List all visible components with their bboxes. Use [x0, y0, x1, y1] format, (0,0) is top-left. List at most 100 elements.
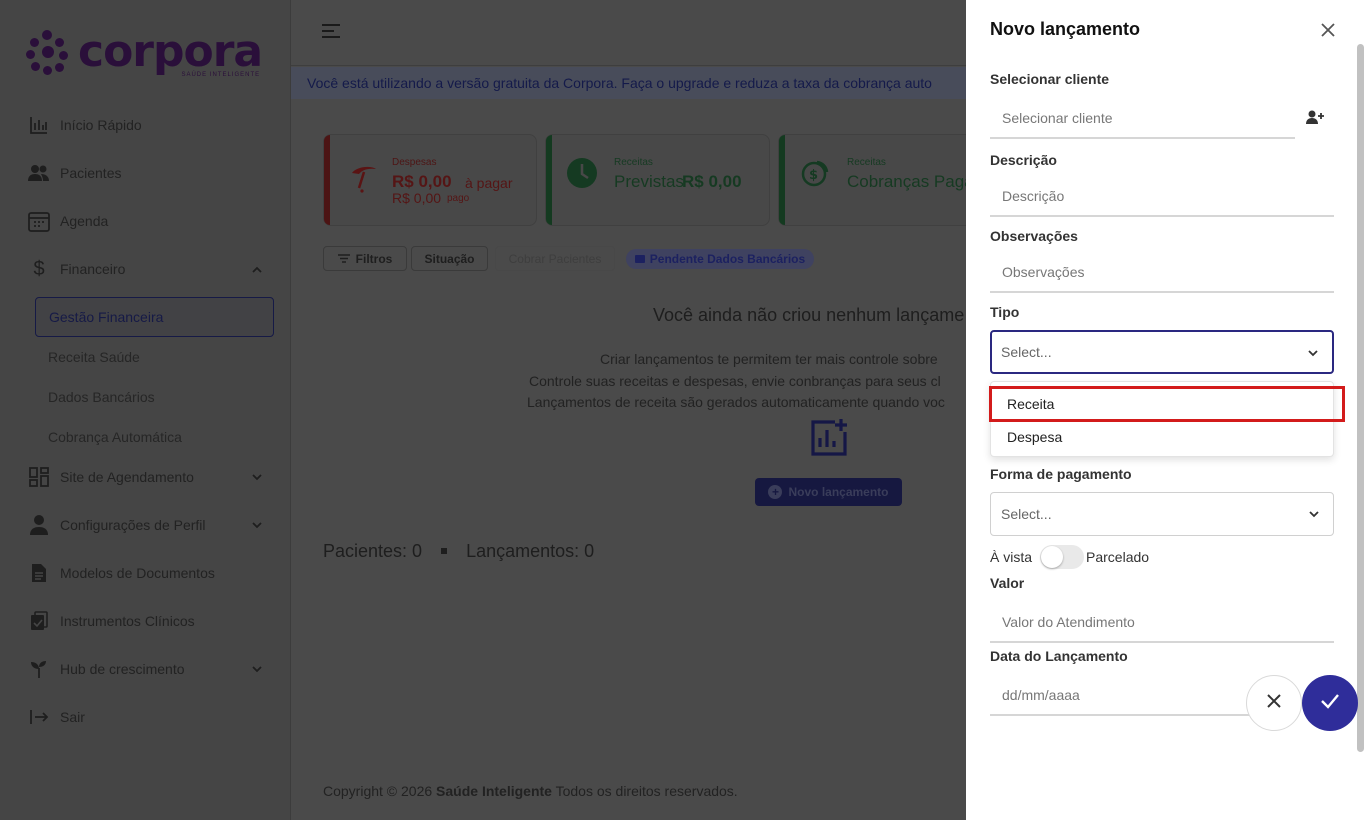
a-vista-label: À vista [990, 549, 1033, 565]
sub-item-label: Gestão Financeira [49, 309, 164, 325]
button-label: Cobrar Pacientes [508, 251, 602, 266]
tipo-label: Tipo [990, 304, 1020, 320]
button-label: Situação [424, 251, 475, 266]
pagamento-label: Forma de pagamento [990, 466, 1132, 482]
cobrar-pacientes-button[interactable]: Cobrar Pacientes [495, 246, 615, 271]
button-label: Filtros [355, 251, 393, 266]
close-icon [1266, 693, 1282, 714]
nav-label: Site de Agendamento [60, 469, 194, 485]
upgrade-banner[interactable]: Você está utilizando a versão gratuita d… [291, 67, 991, 99]
option-receita[interactable]: Receita [989, 386, 1345, 422]
novo-lancamento-button[interactable]: + Novo lançamento [755, 478, 902, 506]
chevron-down-icon[interactable] [248, 516, 266, 534]
card-label: Receitas [614, 157, 653, 168]
nav-site-agendamento[interactable]: Site de Agendamento [28, 465, 268, 489]
sub-item-receita-saude[interactable]: Receita Saúde [48, 349, 140, 365]
card-suffix: à pagar [465, 175, 513, 191]
card-receitas-previstas: Receitas Previstas R$ 0,00 [545, 134, 770, 226]
add-user-icon[interactable] [1306, 110, 1324, 131]
logout-icon [28, 706, 50, 728]
svg-text:$: $ [809, 168, 818, 183]
empty-state-line: Controle suas receitas e despesas, envie… [529, 373, 941, 389]
button-label: Novo lançamento [788, 485, 889, 499]
data-input[interactable] [990, 676, 1250, 716]
forma-pagamento-select[interactable]: Select... [990, 492, 1334, 536]
nav-label: Instrumentos Clínicos [60, 613, 195, 629]
lancamentos-count: Lançamentos: 0 [466, 541, 595, 561]
situacao-button[interactable]: Situação [411, 246, 488, 271]
confirm-button[interactable] [1302, 675, 1358, 731]
sub-item-gestao-financeira[interactable]: Gestão Financeira [35, 297, 274, 337]
descricao-label: Descrição [990, 152, 1057, 168]
clock-icon [566, 157, 598, 194]
umbrella-icon [350, 165, 378, 200]
pendente-dados-bancarios-badge[interactable]: Pendente Dados Bancários [626, 249, 814, 269]
nav-financeiro[interactable]: $ Financeiro [28, 257, 268, 281]
card-cobrancas-pagas: $ Receitas Cobranças Pagas [778, 134, 982, 226]
filtros-button[interactable]: Filtros [323, 246, 407, 271]
card-paid-value: R$ 0,00 [392, 190, 442, 206]
data-label: Data do Lançamento [990, 648, 1128, 664]
sub-item-cobranca-automatica[interactable]: Cobrança Automática [48, 429, 182, 445]
nav-hub-crescimento[interactable]: Hub de crescimento [28, 657, 268, 681]
nav-configuracoes-perfil[interactable]: Configurações de Perfil [28, 513, 268, 537]
badge-label: Pendente Dados Bancários [649, 252, 806, 266]
card-value: R$ 0,00 [392, 172, 452, 191]
nav-label: Início Rápido [60, 117, 142, 133]
tipo-select[interactable]: Select... [990, 330, 1334, 374]
footer-text: Copyright © 2026 [323, 783, 437, 799]
valor-label: Valor [990, 575, 1025, 591]
sub-item-dados-bancarios[interactable]: Dados Bancários [48, 389, 155, 405]
banner-text: Você está utilizando a versão gratuita d… [307, 75, 932, 91]
descricao-input[interactable] [990, 177, 1334, 217]
nav-agenda[interactable]: Agenda [28, 209, 268, 233]
brand-name: corpora [78, 26, 263, 77]
document-icon [28, 562, 50, 584]
nav-inicio-rapido[interactable]: Início Rápido [28, 113, 268, 137]
cliente-label: Selecionar cliente [990, 71, 1110, 87]
chevron-down-icon [1306, 346, 1320, 360]
parcelado-toggle[interactable] [1040, 545, 1085, 569]
empty-state-line: Lançamentos de receita são gerados autom… [527, 394, 945, 410]
card-icon [634, 255, 645, 263]
valor-input[interactable] [990, 603, 1334, 643]
observacoes-label: Observações [990, 228, 1078, 244]
card-despesas: Despesas R$ 0,00 à pagar R$ 0,00 pago [323, 134, 537, 226]
nav-pacientes[interactable]: Pacientes [28, 161, 268, 185]
check-icon [1320, 693, 1340, 714]
filter-icon [337, 252, 350, 266]
chart-bar-icon [28, 114, 50, 136]
footer-text: Todos os direitos reservados. [551, 783, 738, 799]
novo-lancamento-drawer: Novo lançamento Selecionar cliente Descr… [966, 0, 1366, 820]
user-icon [28, 514, 50, 536]
chevron-down-icon[interactable] [248, 660, 266, 678]
option-despesa[interactable]: Despesa [991, 421, 1333, 453]
parcelamento-toggle-row: À vista Parcelado [990, 545, 1149, 569]
users-icon [28, 162, 50, 184]
observacoes-input[interactable] [990, 253, 1334, 293]
plus-circle-icon: + [768, 485, 783, 499]
menu-icon[interactable] [322, 24, 340, 42]
nav-label: Pacientes [60, 165, 122, 181]
chevron-down-icon [1307, 507, 1321, 521]
chevron-up-icon[interactable] [248, 260, 266, 278]
card-value: R$ 0,00 [682, 172, 742, 191]
nav-modelos-documentos[interactable]: Modelos de Documentos [28, 561, 268, 585]
footer-brand: Saúde Inteligente [436, 783, 552, 799]
sidebar: corpora SAÚDE INTELIGENTE Início Rápido … [0, 0, 291, 820]
nav-label: Agenda [60, 213, 109, 229]
grid-icon [28, 466, 50, 488]
card-label: Receitas [847, 157, 886, 168]
close-icon[interactable] [1317, 19, 1339, 41]
nav-instrumentos-clinicos[interactable]: Instrumentos Clínicos [28, 609, 268, 633]
drawer-title: Novo lançamento [990, 19, 1141, 39]
nav-sair[interactable]: Sair [28, 705, 268, 729]
nav-label: Configurações de Perfil [60, 517, 206, 533]
cliente-input[interactable] [990, 99, 1295, 139]
brand-tagline: SAÚDE INTELIGENTE [181, 72, 261, 78]
cancel-button[interactable] [1246, 675, 1302, 731]
chevron-down-icon[interactable] [248, 468, 266, 486]
scrollbar[interactable] [1357, 44, 1364, 752]
card-value: Cobranças Pagas [847, 172, 983, 191]
select-value: Select... [1001, 344, 1052, 360]
